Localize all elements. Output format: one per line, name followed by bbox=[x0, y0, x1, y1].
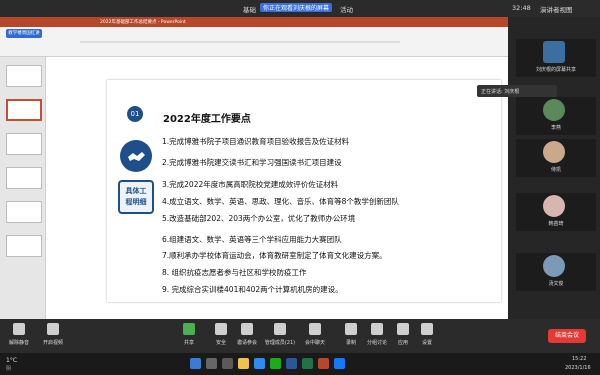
participant-name: 李燕 bbox=[550, 125, 561, 131]
participant-tile[interactable]: 李燕 bbox=[516, 97, 596, 135]
meeting-app-icon[interactable] bbox=[334, 358, 345, 369]
record-icon bbox=[345, 323, 357, 335]
work-item: 3.完成2022年度市属高职院校党建成效评价佐证材料 bbox=[162, 180, 339, 189]
slide-thumbnail[interactable] bbox=[6, 167, 42, 189]
excel-icon[interactable] bbox=[302, 358, 313, 369]
mic-off-icon bbox=[13, 323, 25, 335]
manage-members-button[interactable]: 管理成员(21) bbox=[260, 323, 300, 346]
members-icon bbox=[274, 323, 286, 335]
work-item: 7.顺利承办学校体育运动会，体育教研室制定了体育文化建设方案。 bbox=[162, 251, 387, 260]
end-meeting-button[interactable]: 结束会议 bbox=[548, 329, 586, 343]
weather-temp: 1°C bbox=[6, 357, 18, 364]
avatar bbox=[543, 41, 565, 63]
work-item: 4.成立语文、数学、英语、思政、理化、音乐、体育等8个教学创新团队 bbox=[162, 197, 399, 206]
clock-time: 15:22 bbox=[572, 356, 587, 362]
avatar bbox=[543, 255, 565, 277]
handshake-icon bbox=[120, 140, 152, 172]
apps-icon bbox=[397, 323, 409, 335]
details-label: 具体工 程明细 bbox=[125, 187, 147, 206]
slide-thumbnail-active[interactable] bbox=[6, 99, 42, 121]
participant-tile[interactable]: 刘庆根的屏幕共享 bbox=[516, 39, 596, 77]
sidebar-label[interactable]: 教学楼周国红讲 bbox=[6, 29, 42, 38]
search-icon[interactable] bbox=[206, 358, 217, 369]
slide-thumbnail[interactable] bbox=[6, 235, 42, 257]
participant-name: 刘庆根的屏幕共享 bbox=[535, 67, 576, 73]
powerpoint-icon[interactable] bbox=[318, 358, 329, 369]
work-item: 5.改造基础部202、203两个办公室，优化了教师办公环境 bbox=[162, 214, 356, 223]
camera-icon bbox=[47, 323, 59, 335]
weather-desc: 阴 bbox=[6, 366, 12, 372]
invite-button[interactable]: 邀请参会 bbox=[230, 323, 264, 346]
slide-thumbnail[interactable] bbox=[6, 201, 42, 223]
start-icon[interactable] bbox=[190, 358, 201, 369]
ppt-title-bar: 2022年基础部工作总结要点 - PowerPoint bbox=[0, 17, 508, 27]
wechat-icon[interactable] bbox=[270, 358, 281, 369]
shield-icon bbox=[215, 323, 227, 335]
meeting-toolbar: 解除静音 开启视频 共享 安全 邀请参会 管理成员(21) 会中聊天 录制 分组… bbox=[0, 319, 600, 353]
participant-name: 韩苗琦 bbox=[548, 221, 564, 227]
unmute-button[interactable]: 解除静音 bbox=[2, 323, 36, 346]
work-item: 6.组建语文、数学、英语等三个学科应用能力大赛团队 bbox=[162, 235, 342, 244]
slide-thumbnails bbox=[0, 57, 46, 319]
view-mode-button[interactable]: 演讲者视图 bbox=[540, 4, 573, 14]
participant-tile[interactable]: 汤文俊 bbox=[516, 253, 596, 291]
meeting-name: 基础 bbox=[243, 6, 256, 14]
details-box: 具体工 程明细 bbox=[118, 180, 154, 214]
share-icon bbox=[183, 323, 195, 335]
chat-button[interactable]: 会中聊天 bbox=[298, 323, 332, 346]
section-number: 01 bbox=[127, 106, 143, 122]
participant-name: 汤文俊 bbox=[548, 281, 564, 287]
gear-icon bbox=[421, 323, 433, 335]
breakout-icon bbox=[371, 323, 383, 335]
work-item: 1.完成博雅书院子项目通识教育项目验收报告及佐证材料 bbox=[162, 137, 350, 146]
add-user-icon bbox=[241, 323, 253, 335]
word-icon[interactable] bbox=[286, 358, 297, 369]
slide-thumbnail[interactable] bbox=[6, 133, 42, 155]
avatar bbox=[543, 99, 565, 121]
ppt-window-title: 2022年基础部工作总结要点 - PowerPoint bbox=[100, 20, 186, 25]
work-item: 8. 组织抗疫志愿者参与社区和学校防疫工作 bbox=[162, 268, 307, 277]
participant-name: 侍凯 bbox=[550, 167, 561, 173]
settings-button[interactable]: 设置 bbox=[410, 323, 444, 346]
work-item: 2.完成博雅书院建交读书汇和学习强国读书汇项目建设 bbox=[162, 158, 342, 167]
video-button[interactable]: 开启视频 bbox=[36, 323, 70, 346]
file-explorer-icon[interactable] bbox=[238, 358, 249, 369]
task-view-icon[interactable] bbox=[222, 358, 233, 369]
avatar bbox=[543, 141, 565, 163]
clock-date: 2023/1/16 bbox=[565, 365, 591, 371]
activity-label[interactable]: 活动 bbox=[340, 4, 353, 14]
slide-title: 2022年度工作要点 bbox=[163, 114, 251, 125]
share-button[interactable]: 共享 bbox=[172, 323, 206, 346]
os-taskbar: 1°C 阴 15:22 2023/1/16 bbox=[0, 353, 600, 375]
slide-thumbnail[interactable] bbox=[6, 65, 42, 87]
chat-icon bbox=[309, 323, 321, 335]
ppt-ribbon: 教学楼周国红讲 bbox=[0, 27, 508, 57]
meeting-timer: 32:48 bbox=[512, 4, 531, 12]
edge-icon[interactable] bbox=[254, 358, 265, 369]
speaking-indicator: 正在讲话: 刘庆根 bbox=[477, 85, 557, 97]
participant-tile[interactable]: 韩苗琦 bbox=[516, 193, 596, 231]
participant-panel: 刘庆根的屏幕共享 李燕 侍凯 韩苗琦 汤文俊 bbox=[508, 17, 600, 319]
work-item: 9. 完成综合实训楼401和402两个计算机机房的建设。 bbox=[162, 285, 343, 294]
participant-tile[interactable]: 侍凯 bbox=[516, 139, 596, 177]
meeting-top-bar: 基础 你正在观看刘庆根的屏幕 活动 32:48 演讲者视图 bbox=[0, 0, 600, 17]
viewing-banner: 你正在观看刘庆根的屏幕 bbox=[260, 3, 333, 12]
avatar bbox=[543, 195, 565, 217]
